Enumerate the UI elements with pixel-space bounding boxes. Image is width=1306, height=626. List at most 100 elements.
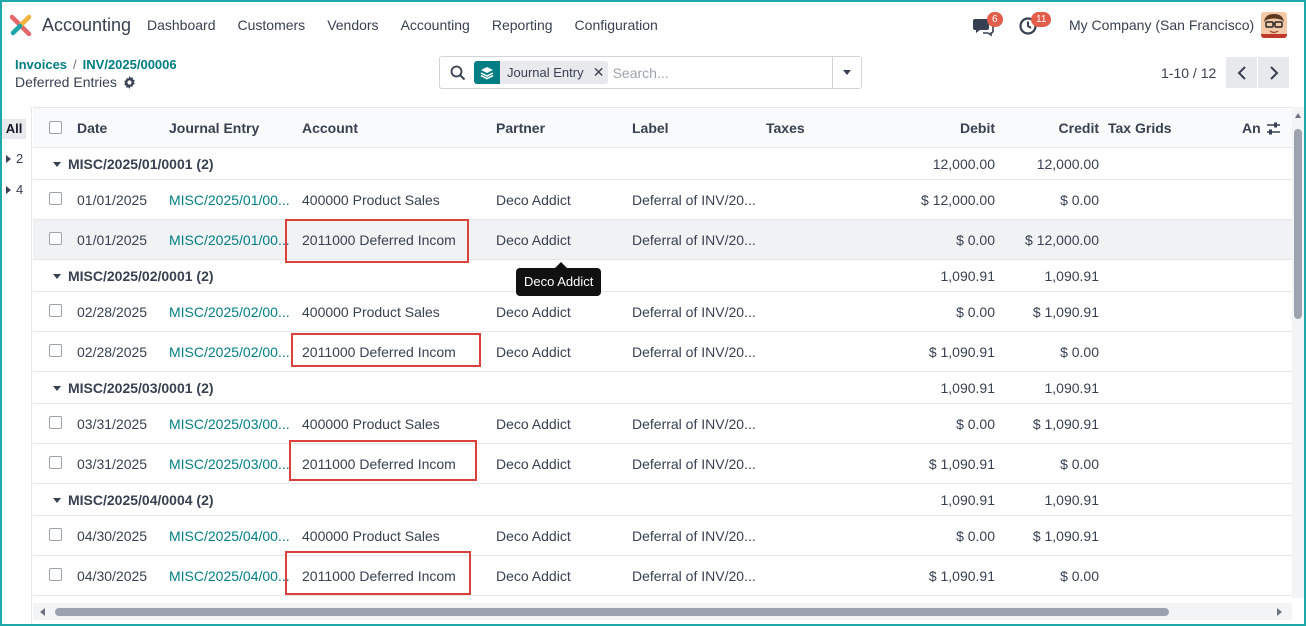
activity-badge: 11 xyxy=(1031,12,1052,27)
cell-label: Deferral of INV/20... xyxy=(632,344,756,360)
cell-debit: $ 0.00 xyxy=(956,416,995,432)
menu-configuration[interactable]: Configuration xyxy=(575,17,658,33)
horizontal-scroll-thumb[interactable] xyxy=(55,608,1169,616)
row-checkbox[interactable] xyxy=(49,344,62,357)
pager-next-button[interactable] xyxy=(1258,57,1289,88)
group-row[interactable]: MISC/2025/01/0001 (2) 12,000.00 12,000.0… xyxy=(33,148,1292,180)
column-journal-entry[interactable]: Journal Entry xyxy=(169,120,259,136)
column-account[interactable]: Account xyxy=(302,120,358,136)
cell-journal-entry[interactable]: MISC/2025/04/00... xyxy=(169,528,293,544)
menu-customers[interactable]: Customers xyxy=(238,17,306,33)
menu-accounting[interactable]: Accounting xyxy=(401,17,470,33)
page-title-text: Deferred Entries xyxy=(15,74,117,90)
row-checkbox[interactable] xyxy=(49,304,62,317)
column-credit[interactable]: Credit xyxy=(1033,120,1099,136)
app-name[interactable]: Accounting xyxy=(42,15,131,36)
filter-group-4[interactable]: 4 xyxy=(6,182,23,197)
row-checkbox[interactable] xyxy=(49,416,62,429)
cell-debit: $ 0.00 xyxy=(956,232,995,248)
search-facet[interactable]: Journal Entry ✕ xyxy=(474,61,608,84)
column-taxes[interactable]: Taxes xyxy=(766,120,805,136)
group-title: MISC/2025/02/0001 (2) xyxy=(53,268,214,284)
filter-group-2[interactable]: 2 xyxy=(6,151,23,166)
column-date[interactable]: Date xyxy=(77,120,107,136)
group-row[interactable]: MISC/2025/03/0001 (2) 1,090.91 1,090.91 xyxy=(33,372,1292,404)
partner-tooltip: Deco Addict xyxy=(516,262,602,296)
group-credit-total: 1,090.91 xyxy=(1044,268,1100,284)
journal-items-table: Date Journal Entry Account Partner Label… xyxy=(33,107,1292,598)
column-partner[interactable]: Partner xyxy=(496,120,545,136)
search-options-toggle[interactable] xyxy=(832,57,861,88)
table-row[interactable]: 03/31/2025 MISC/2025/03/00... 2011000 De… xyxy=(33,444,1292,484)
table-row[interactable]: 01/01/2025 MISC/2025/01/00... 2011000 De… xyxy=(33,220,1292,260)
cell-date: 04/30/2025 xyxy=(77,528,148,544)
caret-right-icon xyxy=(6,185,11,194)
menu-reporting[interactable]: Reporting xyxy=(492,17,553,33)
menu-vendors[interactable]: Vendors xyxy=(327,17,378,33)
cell-debit: $ 0.00 xyxy=(956,304,995,320)
user-avatar[interactable] xyxy=(1261,12,1287,38)
table-row[interactable]: 03/31/2025 MISC/2025/03/00... 400000 Pro… xyxy=(33,404,1292,444)
cell-partner: Deco Addict xyxy=(496,344,571,360)
search-icon[interactable] xyxy=(450,65,466,81)
row-checkbox[interactable] xyxy=(49,456,62,469)
cell-date: 01/01/2025 xyxy=(77,192,148,208)
vertical-scroll-thumb[interactable] xyxy=(1294,129,1302,319)
breadcrumb-separator: / xyxy=(73,57,77,72)
column-label[interactable]: Label xyxy=(632,120,669,136)
gear-icon[interactable] xyxy=(123,75,136,89)
scroll-up-icon[interactable] xyxy=(1295,113,1301,118)
group-row[interactable]: MISC/2025/02/0001 (2) 1,090.91 1,090.91 xyxy=(33,260,1292,292)
cell-journal-entry[interactable]: MISC/2025/02/00... xyxy=(169,344,293,360)
horizontal-scrollbar[interactable] xyxy=(33,603,1292,620)
group-debit-total: 1,090.91 xyxy=(940,492,996,508)
cell-journal-entry[interactable]: MISC/2025/01/00... xyxy=(169,192,293,208)
row-checkbox[interactable] xyxy=(49,568,62,581)
cell-credit: $ 0.00 xyxy=(1060,456,1099,472)
company-switcher[interactable]: My Company (San Francisco) xyxy=(1069,17,1254,33)
column-tax-grids[interactable]: Tax Grids xyxy=(1108,120,1172,136)
pager-previous-button[interactable] xyxy=(1226,57,1257,88)
breadcrumb-invoice[interactable]: INV/2025/00006 xyxy=(83,57,177,72)
row-checkbox[interactable] xyxy=(49,232,62,245)
pager-value[interactable]: 1-10 / 12 xyxy=(1161,65,1216,81)
optional-columns-icon[interactable] xyxy=(1266,121,1281,136)
cell-account: 2011000 Deferred Incom xyxy=(302,456,456,472)
cell-date: 01/01/2025 xyxy=(77,232,148,248)
cell-credit: $ 0.00 xyxy=(1060,568,1099,584)
cell-partner: Deco Addict xyxy=(496,416,571,432)
row-checkbox[interactable] xyxy=(49,192,62,205)
table-row[interactable]: 01/01/2025 MISC/2025/01/00... 400000 Pro… xyxy=(33,180,1292,220)
cell-journal-entry[interactable]: MISC/2025/03/00... xyxy=(169,456,293,472)
cell-journal-entry[interactable]: MISC/2025/01/00... xyxy=(169,232,293,248)
menu-dashboard[interactable]: Dashboard xyxy=(147,17,216,33)
column-debit[interactable]: Debit xyxy=(933,120,995,136)
group-credit-total: 12,000.00 xyxy=(1036,156,1099,172)
cell-date: 03/31/2025 xyxy=(77,456,148,472)
app-logo-icon[interactable] xyxy=(10,14,32,36)
breadcrumb-invoices[interactable]: Invoices xyxy=(15,57,67,72)
cell-account: 400000 Product Sales xyxy=(302,304,440,320)
cell-journal-entry[interactable]: MISC/2025/03/00... xyxy=(169,416,293,432)
table-row[interactable]: 02/28/2025 MISC/2025/02/00... 2011000 De… xyxy=(33,332,1292,372)
column-analytic[interactable]: An xyxy=(1242,120,1261,136)
caret-down-icon xyxy=(53,273,61,279)
table-row[interactable]: 04/30/2025 MISC/2025/04/00... 2011000 De… xyxy=(33,556,1292,596)
facet-remove-icon[interactable]: ✕ xyxy=(590,64,608,81)
select-all-checkbox[interactable] xyxy=(49,121,62,134)
cell-journal-entry[interactable]: MISC/2025/02/00... xyxy=(169,304,293,320)
caret-down-icon xyxy=(843,70,851,75)
filter-all[interactable]: All xyxy=(2,119,26,139)
table-row[interactable]: 02/28/2025 MISC/2025/02/00... 400000 Pro… xyxy=(33,292,1292,332)
group-row[interactable]: MISC/2025/04/0004 (2) 1,090.91 1,090.91 xyxy=(33,484,1292,516)
cell-journal-entry[interactable]: MISC/2025/04/00... xyxy=(169,568,293,584)
cell-account: 400000 Product Sales xyxy=(302,192,440,208)
scroll-right-icon[interactable] xyxy=(1277,608,1282,616)
caret-down-icon xyxy=(53,497,61,503)
search-input[interactable]: Search... xyxy=(613,65,669,81)
row-checkbox[interactable] xyxy=(49,528,62,541)
scroll-left-icon[interactable] xyxy=(40,608,45,616)
filter-group-label: 4 xyxy=(16,182,24,197)
vertical-scrollbar[interactable] xyxy=(1292,107,1304,598)
table-row[interactable]: 04/30/2025 MISC/2025/04/00... 400000 Pro… xyxy=(33,516,1292,556)
